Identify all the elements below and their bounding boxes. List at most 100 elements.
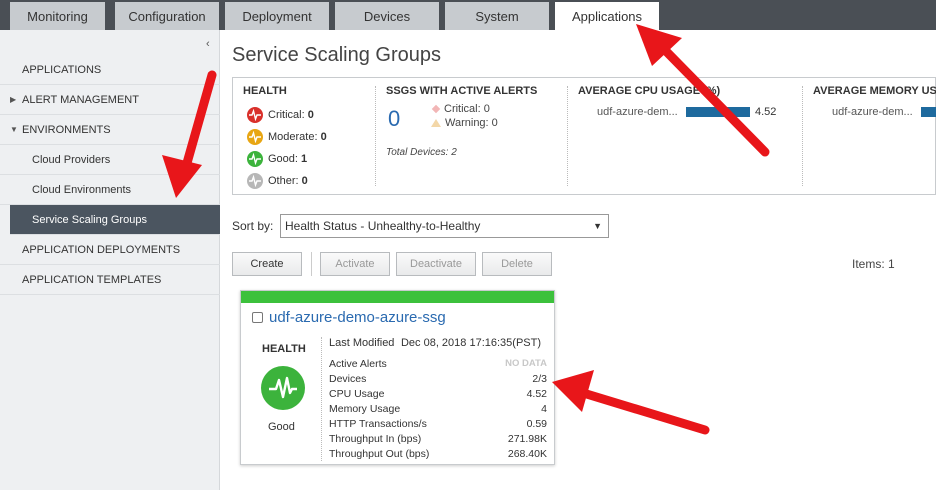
kv-row: Active Alerts NO DATA: [329, 358, 547, 370]
pulse-good-icon: [261, 366, 305, 410]
memory-bar-label: udf-azure-dem...: [832, 106, 913, 118]
kv-value: Dec 08, 2018 17:16:35(PST): [400, 337, 541, 349]
kv-row: Devices 2/3: [329, 373, 547, 385]
caret-right-icon: ▶: [10, 95, 17, 104]
health-moderate-row[interactable]: Moderate: 0: [247, 129, 327, 145]
divider: [567, 86, 568, 186]
pulse-good-icon: [247, 151, 263, 167]
caret-down-icon: ▼: [10, 125, 18, 134]
ssg-card[interactable]: udf-azure-demo-azure-ssg HEALTH Good Las…: [240, 290, 555, 465]
card-title-link[interactable]: udf-azure-demo-azure-ssg: [269, 309, 446, 326]
kv-key: Active Alerts: [329, 358, 387, 370]
top-nav-bar: Monitoring Configuration Deployment Devi…: [0, 0, 936, 31]
cpu-bar[interactable]: [686, 107, 750, 117]
health-label: Good:: [268, 153, 298, 165]
health-count: 1: [301, 153, 308, 165]
sort-select[interactable]: Health Status - Unhealthy-to-Healthy ▼: [280, 214, 609, 238]
kv-row: HTTP Transactions/s 0.59: [329, 418, 547, 430]
alerts-warning-text: Warning: 0: [445, 117, 498, 129]
total-devices: Total Devices: 2: [386, 147, 457, 158]
pulse-other-icon: [247, 173, 263, 189]
red-arrow-icon: [552, 370, 710, 435]
sidebar-item-label: APPLICATION DEPLOYMENTS: [22, 243, 181, 256]
kv-row: Throughput In (bps) 271.98K: [329, 433, 547, 445]
sidebar-item-applications[interactable]: APPLICATIONS: [0, 55, 220, 85]
alerts-critical-text: Critical: 0: [444, 103, 490, 115]
cpu-bar-label: udf-azure-dem...: [597, 106, 678, 118]
sidebar-item-label: Service Scaling Groups: [32, 213, 147, 226]
kv-row: Throughput Out (bps) 268.40K: [329, 448, 547, 460]
kv-value: 271.98K: [507, 433, 547, 445]
health-good-row[interactable]: Good: 1: [247, 151, 307, 167]
kv-row: CPU Usage 4.52: [329, 388, 547, 400]
pulse-moderate-icon: [247, 129, 263, 145]
cpu-value: 4.52: [755, 106, 777, 118]
tab-system[interactable]: System: [445, 2, 549, 30]
tab-label: System: [475, 8, 519, 24]
last-modified-row: Last Modified Dec 08, 2018 17:16:35(PST): [329, 337, 547, 349]
items-count: Items: 1: [852, 257, 895, 271]
memory-bar[interactable]: [921, 107, 936, 117]
health-count: 0: [320, 131, 327, 143]
kv-value: 4.52: [526, 388, 547, 400]
critical-diamond-icon: [431, 104, 441, 114]
health-critical-row[interactable]: Critical: 0: [247, 107, 314, 123]
sidebar-item-environments[interactable]: ▼ ENVIRONMENTS: [0, 115, 220, 145]
kv-key: Throughput In (bps): [329, 433, 422, 445]
page-title: Service Scaling Groups: [232, 44, 441, 66]
sidebar-item-application-templates[interactable]: APPLICATION TEMPLATES: [0, 265, 220, 295]
alerts-warning[interactable]: Warning: 0: [431, 117, 498, 129]
kv-value: 268.40K: [507, 448, 547, 460]
sidebar-item-alert-management[interactable]: ▶ ALERT MANAGEMENT: [0, 85, 220, 115]
card-health-label: HEALTH: [262, 343, 306, 355]
sidebar-item-label: Cloud Environments: [32, 183, 132, 196]
warning-triangle-icon: [431, 119, 441, 127]
tab-label: Configuration: [128, 8, 206, 24]
create-button[interactable]: Create: [232, 252, 302, 276]
sidebar-item-cloud-environments[interactable]: Cloud Environments: [0, 175, 220, 205]
sort-selected: Health Status - Unhealthy-to-Healthy: [285, 219, 481, 233]
tab-label: Applications: [571, 9, 643, 24]
kv-value: NO DATA: [505, 358, 547, 369]
sort-label: Sort by:: [232, 219, 274, 233]
sidebar-item-cloud-providers[interactable]: Cloud Providers: [0, 145, 220, 175]
sidebar-item-label: APPLICATIONS: [22, 63, 102, 76]
tab-configuration[interactable]: Configuration: [115, 2, 219, 30]
health-count: 0: [307, 109, 314, 121]
tab-applications[interactable]: Applications: [555, 2, 659, 31]
health-label: Critical:: [268, 109, 305, 121]
kv-key: Last Modified: [329, 337, 395, 349]
chevron-left-icon[interactable]: ‹: [206, 38, 210, 50]
tab-label: Deployment: [242, 8, 312, 24]
health-section: HEALTH Critical: 0 Moderate: 0 Good: 1 O…: [233, 78, 373, 189]
card-checkbox[interactable]: [252, 312, 263, 323]
alerts-heading: SSGS WITH ACTIVE ALERTS: [386, 85, 538, 97]
tab-label: Monitoring: [27, 8, 88, 24]
kv-key: Devices: [329, 373, 367, 385]
tab-label: Devices: [363, 8, 411, 24]
kv-row: Memory Usage 4: [329, 403, 547, 415]
health-other-row[interactable]: Other: 0: [247, 173, 308, 189]
sidebar-item-label: ALERT MANAGEMENT: [22, 93, 139, 106]
kv-value: 0.59: [526, 418, 547, 430]
kv-key: CPU Usage: [329, 388, 385, 400]
activate-button[interactable]: Activate: [320, 252, 390, 276]
divider: [375, 86, 376, 186]
sidebar-item-application-deployments[interactable]: APPLICATION DEPLOYMENTS: [0, 235, 220, 265]
tab-monitoring[interactable]: Monitoring: [10, 2, 105, 30]
pulse-critical-icon: [247, 107, 263, 123]
sidebar-item-service-scaling-groups[interactable]: Service Scaling Groups: [10, 205, 220, 235]
alerts-critical[interactable]: Critical: 0: [431, 103, 490, 115]
kv-key: Throughput Out (bps): [329, 448, 430, 460]
deactivate-button[interactable]: Deactivate: [396, 252, 476, 276]
tab-devices[interactable]: Devices: [335, 2, 439, 30]
kv-value: 2/3: [532, 373, 547, 385]
delete-button[interactable]: Delete: [482, 252, 552, 276]
alerts-count[interactable]: 0: [388, 106, 400, 132]
tab-deployment[interactable]: Deployment: [225, 2, 329, 30]
divider: [321, 337, 322, 461]
summary-panel: HEALTH Critical: 0 Moderate: 0 Good: 1 O…: [232, 77, 936, 195]
dropdown-arrow-icon: ▼: [593, 221, 602, 231]
health-count: 0: [301, 175, 308, 187]
health-heading: HEALTH: [243, 85, 287, 97]
